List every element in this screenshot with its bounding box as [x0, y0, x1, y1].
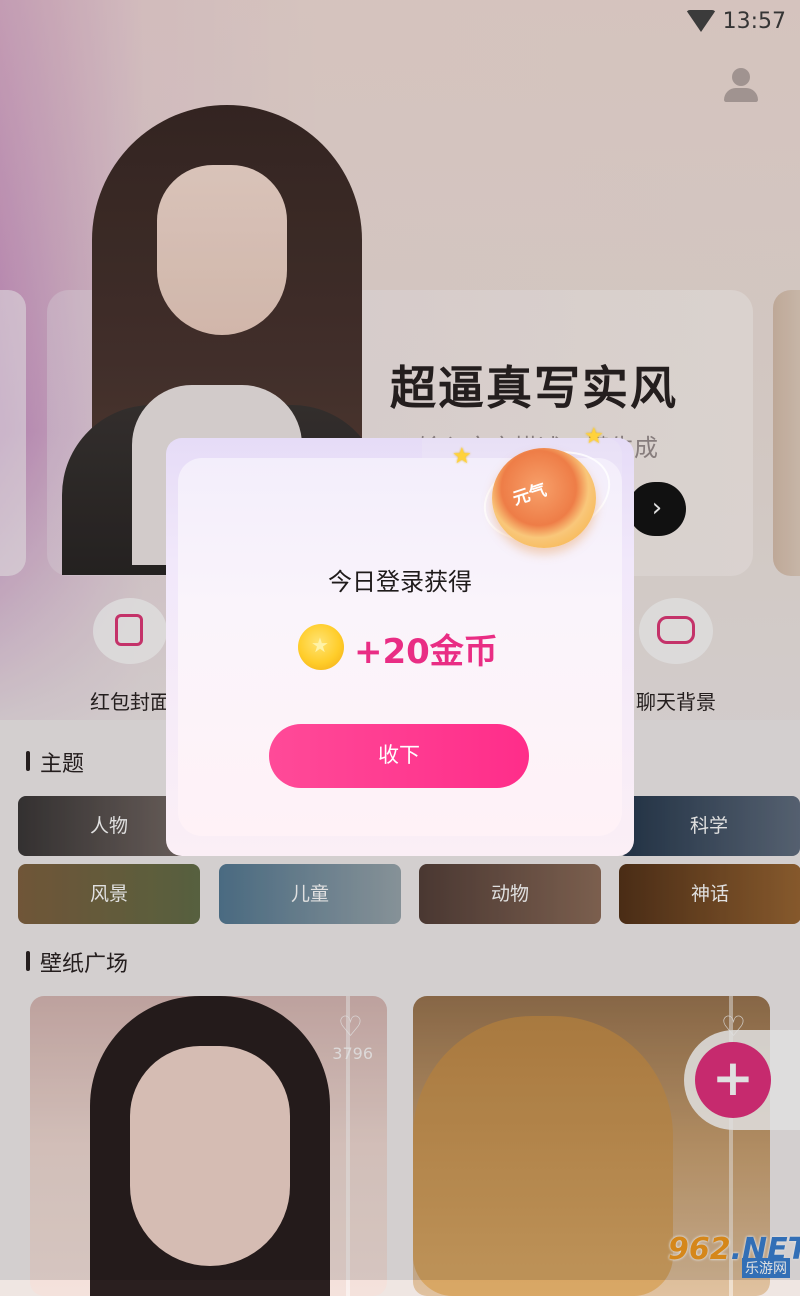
dialog-title: 今日登录获得	[328, 568, 472, 596]
star-icon: ★	[452, 444, 472, 469]
star-icon: ★	[584, 424, 604, 449]
gold-coin-icon	[298, 624, 344, 670]
reward-amount: +20金币	[354, 632, 498, 672]
coin-badge-icon: 元气	[472, 435, 622, 557]
accept-button[interactable]: 收下	[269, 724, 529, 788]
